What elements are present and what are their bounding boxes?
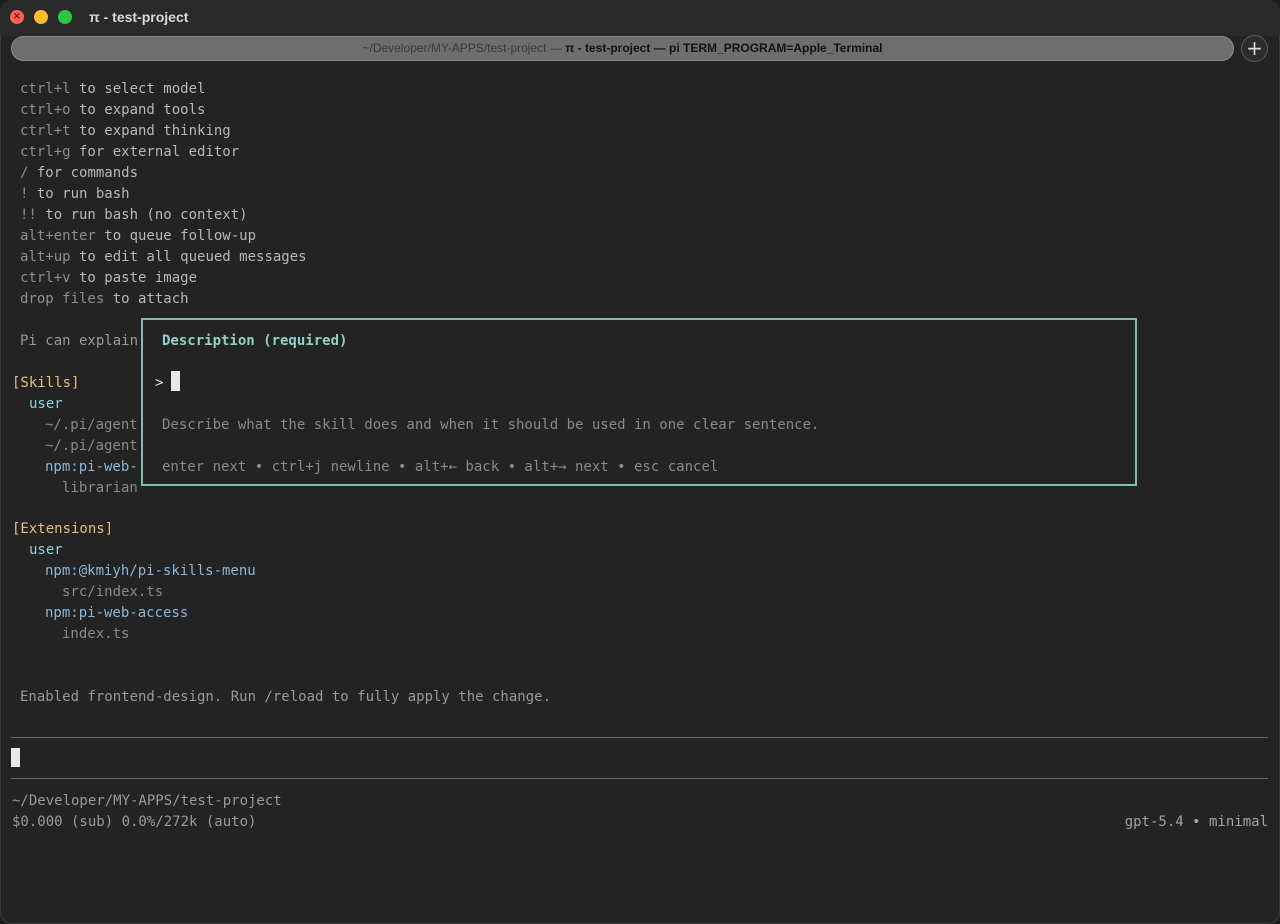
input-bottom-rule	[11, 778, 1268, 779]
skills-package: npm:pi-web-	[45, 459, 138, 475]
shortcut-line: ctrl+v to paste image	[20, 270, 198, 286]
shortcut-line: ctrl+t to expand thinking	[20, 123, 231, 139]
footer-usage: $0.000 (sub) 0.0%/272k (auto)	[12, 814, 257, 830]
dialog-prompt: >	[155, 375, 164, 391]
extension-file: index.ts	[62, 626, 130, 642]
input-cursor[interactable]	[11, 748, 20, 767]
skills-path: ~/.pi/agent	[45, 417, 138, 433]
extensions-header: [Extensions]	[12, 521, 114, 537]
shortcut-line: ! to run bash	[20, 186, 130, 202]
shortcut-line: alt+up to edit all queued messages	[20, 249, 307, 265]
shortcut-line: ctrl+g for external editor	[20, 144, 240, 160]
footer-model: gpt-5.4 • minimal	[1124, 814, 1268, 830]
extension-package: npm:pi-web-access	[45, 605, 189, 621]
footer-cwd: ~/Developer/MY-APPS/test-project	[12, 793, 282, 809]
extension-package: npm:@kmiyh/pi-skills-menu	[45, 563, 256, 579]
skills-header: [Skills]	[12, 375, 80, 391]
skills-package-sub: librarian	[62, 480, 138, 496]
dialog-controls: enter next • ctrl+j newline • alt+← back…	[162, 459, 719, 475]
shortcut-line: ctrl+o to expand tools	[20, 102, 206, 118]
skills-path: ~/.pi/agent	[45, 438, 138, 454]
extensions-user: user	[29, 542, 63, 558]
shortcut-line: drop files to attach	[20, 291, 189, 307]
skills-user: user	[29, 396, 63, 412]
explain-line: Pi can explain	[20, 333, 139, 349]
shortcut-line: / for commands	[20, 165, 139, 181]
description-input-cursor[interactable]	[171, 371, 180, 391]
terminal-window: × π - test-project ~/Developer/MY-APPS/t…	[0, 0, 1280, 924]
shortcut-line: alt+enter to queue follow-up	[20, 228, 257, 244]
status-message: Enabled frontend-design. Run /reload to …	[20, 689, 552, 705]
dialog-hint: Describe what the skill does and when it…	[162, 417, 820, 433]
shortcut-line: !! to run bash (no context)	[20, 207, 248, 223]
input-top-rule	[11, 737, 1268, 738]
description-dialog[interactable]: Description (required) > Describe what t…	[141, 318, 1137, 486]
extension-file: src/index.ts	[62, 584, 164, 600]
shortcut-line: ctrl+l to select model	[20, 81, 206, 97]
dialog-title: Description (required)	[162, 333, 348, 349]
